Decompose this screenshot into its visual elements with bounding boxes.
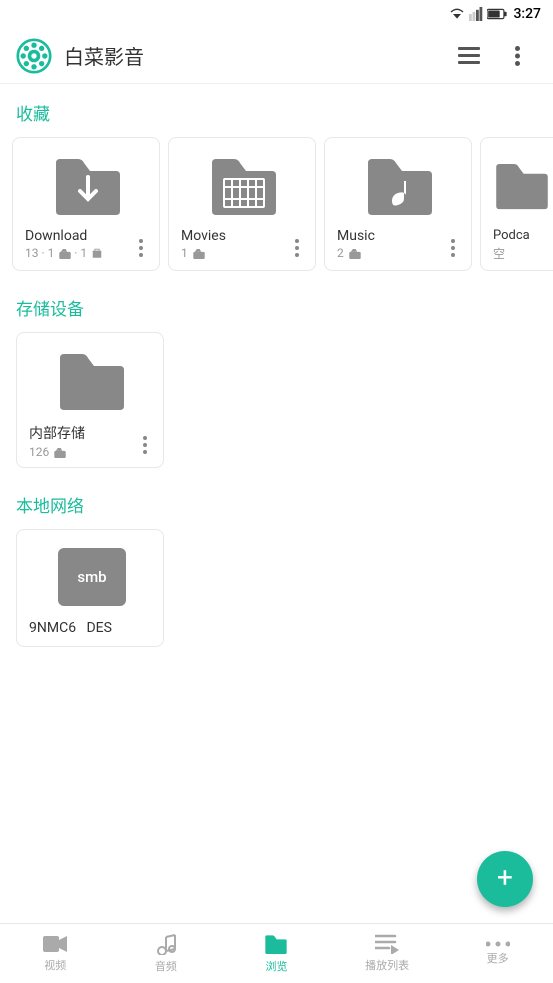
movies-folder-icon	[181, 150, 307, 220]
status-bar: 3:27	[0, 0, 553, 28]
smb-icon: smb	[58, 548, 126, 606]
smb-icon-area: smb	[29, 542, 155, 612]
list-item[interactable]: Music 2	[324, 137, 472, 271]
battery-icon	[487, 8, 507, 20]
app-title: 白菜影音	[64, 41, 449, 70]
internal-storage-menu-btn[interactable]	[131, 431, 159, 459]
internal-storage-icon	[29, 345, 155, 415]
music-folder-icon	[337, 150, 463, 220]
list-item[interactable]: Download 13 · 1 · 1	[12, 137, 160, 271]
playlist-nav-icon	[375, 934, 399, 954]
wifi-icon	[449, 7, 465, 21]
download-folder-menu-btn[interactable]	[127, 234, 155, 262]
music-folder-menu-btn[interactable]	[439, 234, 467, 262]
status-icons	[449, 7, 507, 21]
podcasts-folder-name: Podca	[493, 228, 551, 243]
nav-label-playlist: 播放列表	[365, 957, 409, 973]
favorites-grid: Download 13 · 1 · 1	[0, 133, 553, 279]
add-icon: +	[497, 864, 513, 892]
browse-nav-icon	[264, 933, 288, 955]
app-bar-actions	[449, 36, 537, 76]
favorites-section-header: 收藏	[0, 84, 553, 133]
list-item[interactable]: Movies 1	[168, 137, 316, 271]
more-button[interactable]	[497, 36, 537, 76]
smb-name: 9NMC6 DES	[29, 620, 155, 636]
network-grid: smb 9NMC6 DES	[0, 525, 553, 655]
nav-item-playlist[interactable]: 播放列表	[332, 924, 443, 983]
nav-label-video: 视频	[44, 957, 66, 973]
app-logo	[16, 38, 52, 74]
storage-grid: 内部存储 126	[0, 328, 553, 476]
network-section-header: 本地网络	[0, 476, 553, 525]
status-time: 3:27	[513, 6, 541, 22]
nav-label-audio: 音频	[155, 958, 177, 974]
add-button[interactable]: +	[477, 851, 533, 907]
nav-label-more: 更多	[487, 950, 509, 966]
nav-item-audio[interactable]: 音频	[111, 924, 222, 983]
list-view-button[interactable]	[449, 36, 489, 76]
list-item[interactable]: smb 9NMC6 DES	[16, 529, 164, 647]
main-content: 收藏 Download 13 · 1 · 1	[0, 84, 553, 923]
more-nav-icon	[486, 941, 510, 947]
nav-label-browse: 浏览	[265, 958, 287, 974]
list-item[interactable]: Podca 空	[480, 137, 553, 271]
nav-item-video[interactable]: 视频	[0, 924, 111, 983]
nav-item-browse[interactable]: 浏览	[221, 924, 332, 983]
audio-nav-icon	[155, 933, 177, 955]
list-item[interactable]: 内部存储 126	[16, 332, 164, 468]
signal-icon	[469, 7, 483, 21]
video-nav-icon	[43, 934, 67, 954]
storage-section-header: 存储设备	[0, 279, 553, 328]
download-folder-icon	[25, 150, 151, 220]
podcasts-folder-icon	[493, 150, 551, 220]
bottom-nav: 视频 音频 浏览 播放列表	[0, 923, 553, 983]
movies-folder-menu-btn[interactable]	[283, 234, 311, 262]
app-bar: 白菜影音	[0, 28, 553, 84]
podcasts-folder-meta: 空	[493, 245, 551, 262]
nav-item-more[interactable]: 更多	[442, 924, 553, 983]
